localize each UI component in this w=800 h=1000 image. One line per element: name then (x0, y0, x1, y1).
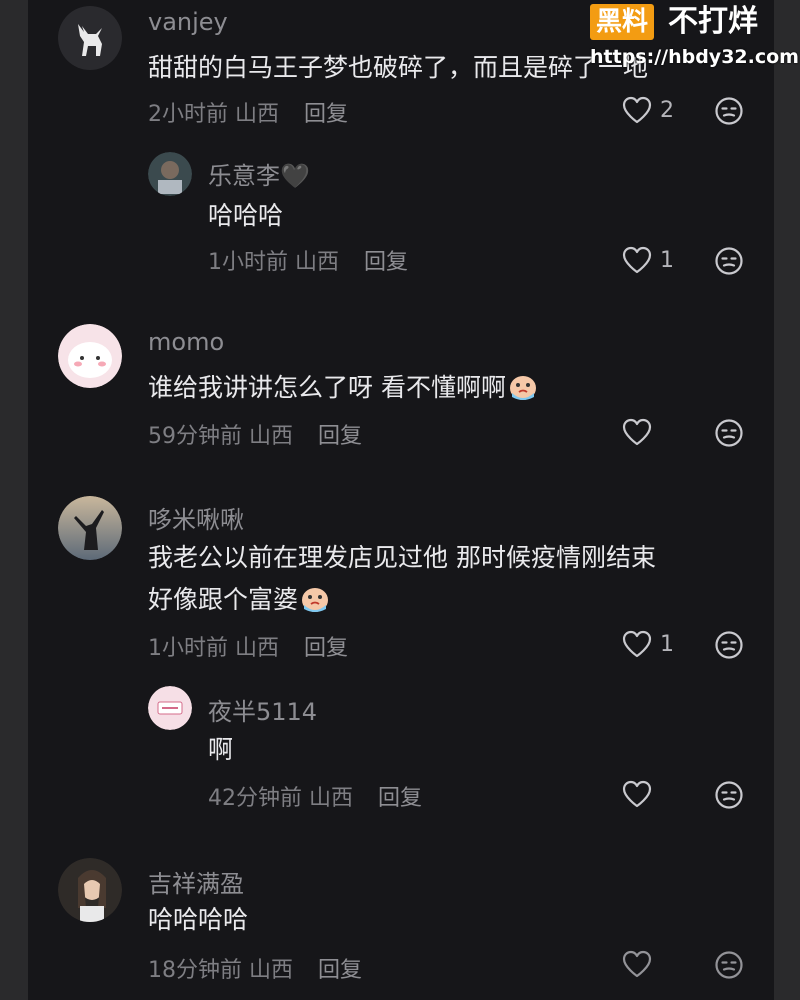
timestamp: 59分钟前 (148, 424, 242, 449)
comment-text: 谁给我讲讲怎么了呀 看不懂啊啊 (148, 366, 538, 410)
heart-outline-icon (622, 780, 652, 808)
reply-button[interactable]: 回复 (318, 958, 362, 983)
avatar[interactable] (58, 324, 122, 388)
like-count: 1 (660, 631, 674, 657)
like-button[interactable]: 1 (622, 630, 674, 658)
like-count: 2 (660, 97, 674, 123)
unamused-face-icon[interactable] (714, 950, 744, 980)
like-button[interactable]: 1 (622, 246, 674, 274)
comment-item: momo 谁给我讲讲怎么了呀 看不懂啊啊 59分钟前 山西 回复 (28, 316, 774, 476)
comment-meta: 42分钟前 山西 回复 (208, 780, 422, 812)
like-button[interactable] (622, 950, 660, 978)
watermark-url: https://hbdy32.com (590, 46, 799, 68)
timestamp: 42分钟前 (208, 786, 302, 811)
comment-text-content: 谁给我讲讲怎么了呀 看不懂啊啊 (148, 373, 506, 402)
timestamp: 1小时前 (208, 250, 288, 275)
location: 山西 (249, 958, 294, 983)
like-button[interactable] (622, 418, 660, 446)
unamused-face-icon[interactable] (714, 96, 744, 126)
unamused-face-icon[interactable] (714, 246, 744, 276)
unamused-face-icon[interactable] (714, 780, 744, 810)
avatar[interactable] (148, 152, 192, 196)
reply-button[interactable]: 回复 (318, 424, 362, 449)
crying-emoji-icon (300, 585, 330, 613)
like-count: 1 (660, 247, 674, 273)
location: 山西 (295, 250, 340, 275)
comment-item: 哆米啾啾 我老公以前在理发店见过他 那时候疫情刚结束 好像跟个富婆 1小时前 山… (28, 488, 774, 678)
avatar[interactable] (58, 6, 122, 70)
comment-text: 哈哈哈哈 (148, 905, 249, 934)
unamused-face-icon[interactable] (714, 630, 744, 660)
heart-outline-icon (622, 418, 652, 446)
comment-text-line-1: 我老公以前在理发店见过他 那时候疫情刚结束 (148, 543, 656, 572)
watermark: 黑料 不打烊 https://hbdy32.com (590, 4, 800, 70)
avatar[interactable] (58, 496, 122, 560)
username[interactable]: 乐意李🖤 (208, 156, 310, 191)
comment-text: 甜甜的白马王子梦也破碎了，而且是碎了一地 (148, 53, 649, 82)
location: 山西 (249, 424, 294, 449)
comment-item: 吉祥满盈 哈哈哈哈 18分钟前 山西 回复 (28, 852, 774, 1000)
comment-text: 啊 (208, 735, 234, 764)
comment-meta: 18分钟前 山西 回复 (148, 952, 362, 984)
comment-panel: vanjey 甜甜的白马王子梦也破碎了，而且是碎了一地 2小时前 山西 回复 2… (28, 0, 774, 1000)
unamused-face-icon[interactable] (714, 418, 744, 448)
username[interactable]: 吉祥满盈 (148, 864, 244, 899)
username[interactable]: 夜半5114 (208, 692, 317, 727)
comment-text: 哈哈哈 (208, 201, 284, 230)
comment-meta: 1小时前 山西 回复 (148, 630, 348, 662)
watermark-slogan: 不打烊 (668, 4, 758, 39)
avatar[interactable] (148, 686, 192, 730)
location: 山西 (235, 102, 280, 127)
like-button[interactable] (622, 780, 660, 808)
heart-outline-icon (622, 950, 652, 978)
reply-item: 夜半5114 啊 42分钟前 山西 回复 (28, 680, 774, 830)
reply-item: 乐意李🖤 哈哈哈 1小时前 山西 回复 1 (28, 140, 774, 290)
watermark-logo: 黑料 (590, 4, 655, 40)
comment-meta: 2小时前 山西 回复 (148, 96, 348, 128)
reply-button[interactable]: 回复 (364, 250, 408, 275)
heart-outline-icon (622, 96, 652, 124)
reply-button[interactable]: 回复 (304, 636, 348, 661)
like-button[interactable]: 2 (622, 96, 674, 124)
username[interactable]: 哆米啾啾 (148, 500, 244, 535)
heart-outline-icon (622, 246, 652, 274)
reply-button[interactable]: 回复 (378, 786, 422, 811)
location: 山西 (235, 636, 280, 661)
timestamp: 18分钟前 (148, 958, 242, 983)
comment-text-line-2: 好像跟个富婆 (148, 578, 330, 622)
timestamp: 2小时前 (148, 102, 228, 127)
reply-button[interactable]: 回复 (304, 102, 348, 127)
username[interactable]: vanjey (148, 8, 228, 36)
timestamp: 1小时前 (148, 636, 228, 661)
avatar[interactable] (58, 858, 122, 922)
comment-text-content: 好像跟个富婆 (148, 585, 299, 614)
comment-meta: 59分钟前 山西 回复 (148, 418, 362, 450)
location: 山西 (309, 786, 354, 811)
comment-meta: 1小时前 山西 回复 (208, 244, 408, 276)
heart-outline-icon (622, 630, 652, 658)
username[interactable]: momo (148, 328, 224, 356)
crying-emoji-icon (508, 373, 538, 401)
